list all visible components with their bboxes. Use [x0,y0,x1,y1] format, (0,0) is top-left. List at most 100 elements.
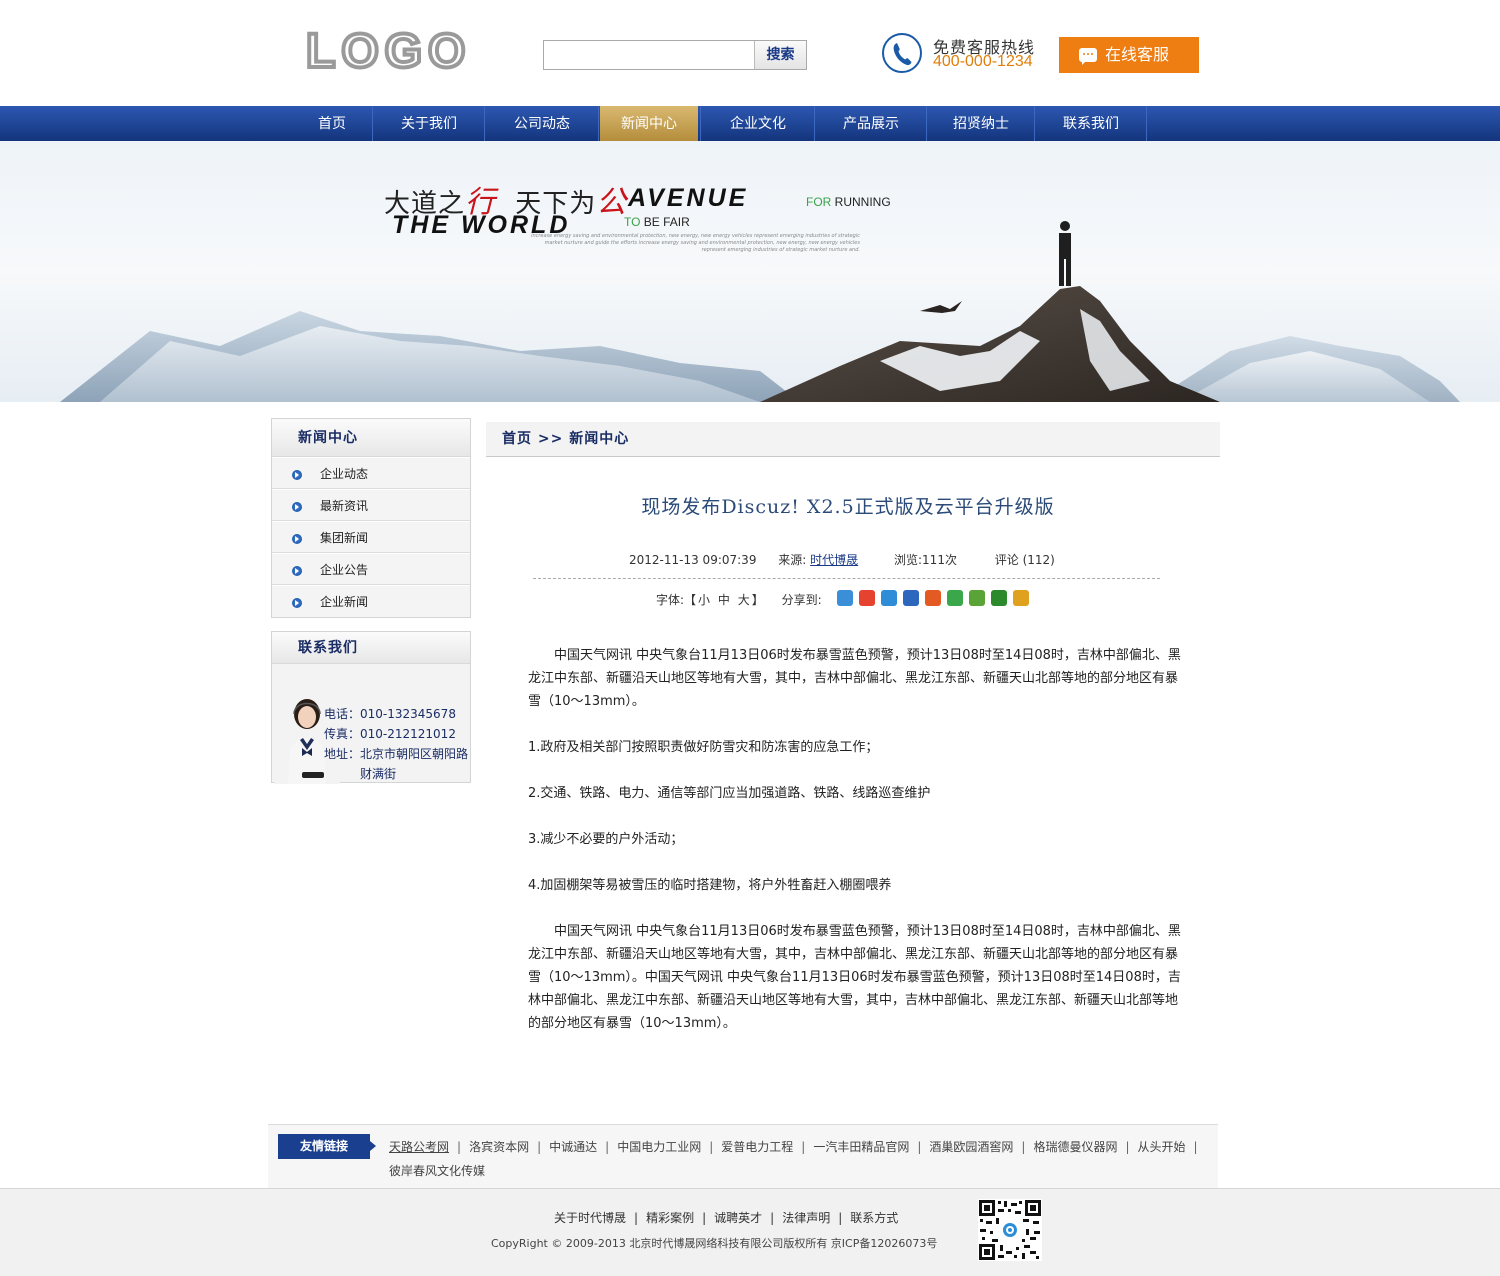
nav-divider [484,106,485,141]
footer-link-about[interactable]: 关于时代博晟 [554,1211,626,1225]
breadcrumb: 首页 >> 新闻中心 [486,422,1220,457]
nav-item-culture[interactable]: 企业文化 [702,106,814,141]
article-paragraph: 中国天气网讯 中央气象台11月13日06时发布暴雪蓝色预警，预计13日08时至1… [528,648,1181,709]
footer-link-contact[interactable]: 联系方式 [850,1211,898,1225]
nav-divider [1146,106,1147,141]
sidebar-item-company-news[interactable]: 企业新闻 [272,585,470,617]
friend-link[interactable]: 彼岸春风文化传媒 [389,1164,485,1178]
friend-link[interactable]: 一汽丰田精品官网 [813,1140,909,1154]
kaixin-icon[interactable] [925,590,941,606]
qr-code-icon [978,1199,1042,1261]
breadcrumb-separator: >> [532,431,570,447]
nav-item-about[interactable]: 关于我们 [374,106,484,141]
footer-link-careers[interactable]: 诚聘英才 [714,1211,762,1225]
contact-fax: 传真：010-212121012 [324,727,456,741]
article-meta: 2012-11-13 09:07:39 来源: 时代博晟 浏览:111次 评论 … [629,551,1055,568]
banner-to-be-fair: TO BE FAIR [624,215,690,229]
tianya-icon[interactable] [1013,590,1029,606]
clover-icon[interactable] [947,590,963,606]
nav-divider [598,106,599,141]
footer-nav: 关于时代博晟 | 精彩案例 | 诚聘英才 | 法律声明 | 联系方式 [554,1211,899,1225]
nav-item-products[interactable]: 产品展示 [816,106,926,141]
douban-icon[interactable] [991,590,1007,606]
font-size-label: 字体:【 [656,593,697,607]
sidebar-news-title: 新闻中心 [272,419,470,457]
banner-for-running: FOR RUNNING [806,195,891,209]
friend-link[interactable]: 天路公考网 [389,1140,449,1154]
share-label: 分享到: [781,593,822,607]
font-large-button[interactable]: 大 [738,593,750,607]
font-medium-button[interactable]: 中 [718,593,730,607]
copyright: CopyRight © 2009-2013 北京时代博晟网络科技有限公司版权所有… [491,1237,938,1250]
nav-item-home[interactable]: 首页 [292,106,372,141]
nav-item-contact[interactable]: 联系我们 [1036,106,1146,141]
qzone-icon[interactable] [837,590,853,606]
article-views: 浏览:111次 [894,553,957,567]
banner-small-text: increase energy saving and environmental… [531,233,860,253]
article-toolbar: 字体:【小 中 大】 分享到: [656,593,822,607]
chat-bubble-icon [1079,48,1097,65]
article-comments[interactable]: 评论 (112) [995,553,1055,567]
friend-link[interactable]: 中国电力工业网 [617,1140,701,1154]
sidebar-contact: 联系我们 电话：010-132345678 传真：010-212121012 地… [271,631,471,784]
main-nav: 首页 关于我们 公司动态 新闻中心 企业文化 产品展示 招贤纳士 联系我们 [0,106,1500,141]
contact-address: 地址：北京市朝阳区朝阳路 [324,747,469,761]
sidebar-item-group-news[interactable]: 集团新闻 [272,521,470,553]
sidebar-item-enterprise-news[interactable]: 企业动态 [272,457,470,489]
friend-link[interactable]: 爱普电力工程 [721,1140,793,1154]
sidebar-contact-title: 联系我们 [272,632,470,664]
sidebar-news: 新闻中心 企业动态 最新资讯 集团新闻 企业公告 企业新闻 [271,418,471,618]
footer-link-legal[interactable]: 法律声明 [782,1211,830,1225]
breadcrumb-current[interactable]: 新闻中心 [569,431,629,447]
article-title: 现场发布Discuz! X2.5正式版及云平台升级版 [641,496,1055,518]
hotline-number: 400-000-1234 [933,53,1033,70]
breadcrumb-home[interactable]: 首页 [502,431,532,447]
nav-item-careers[interactable]: 招贤纳士 [928,106,1034,141]
search-button[interactable]: 搜索 [754,41,806,69]
tencent-weibo-icon[interactable] [881,590,897,606]
nav-item-news-center[interactable]: 新闻中心 [600,106,698,141]
article-date: 2012-11-13 09:07:39 [629,553,757,567]
nav-divider [926,106,927,141]
friend-link[interactable]: 酒巢欧园酒窖网 [929,1140,1013,1154]
renren-icon[interactable] [903,590,919,606]
online-service-button[interactable]: 在线客服 [1059,37,1199,73]
friend-link[interactable]: 格瑞德曼仪器网 [1033,1140,1117,1154]
nav-divider [814,106,815,141]
nav-item-company-news[interactable]: 公司动态 [486,106,598,141]
nav-divider [700,106,701,141]
friend-links: 友情链接 天路公考网 | 洛宾资本网 | 中诚通达 | 中国电力工业网 | 爱普电力工程 | 一汽丰… [268,1124,1218,1188]
sidebar-item-announcements[interactable]: 企业公告 [272,553,470,585]
font-small-button[interactable]: 小 [698,593,710,607]
footer: 关于时代博晟 | 精彩案例 | 诚聘英才 | 法律声明 | 联系方式 CopyRight © 2… [0,1188,1500,1276]
phone-icon [882,33,922,73]
friend-link[interactable]: 从头开始 [1138,1140,1186,1154]
article-source-link[interactable]: 时代博晟 [810,553,858,567]
article-paragraph: 中国天气网讯 中央气象台11月13日06时发布暴雪蓝色预警，预计13日08时至1… [528,924,1181,1031]
meta-divider [533,578,1160,579]
arrow-bullet-icon [292,470,302,480]
search-box: 搜索 [543,40,807,70]
arrow-bullet-icon [292,502,302,512]
online-service-label: 在线客服 [1105,45,1170,64]
article-source-label: 来源: [778,553,807,567]
header: LOGO 搜索 免费客服热线 400-000-1234 在线客服 [0,0,1500,106]
article-paragraph: 4.加固棚架等易被雪压的临时搭建物，将户外牲畜赶入棚圈喂养 [528,878,892,893]
pengyou-icon[interactable] [969,590,985,606]
contact-phone: 电话：010-132345678 [324,707,456,721]
contact-body: 电话：010-132345678 传真：010-212121012 地址：北京市… [272,664,470,784]
nav-divider [1034,106,1035,141]
arrow-bullet-icon [292,598,302,608]
friend-link[interactable]: 中诚通达 [549,1140,597,1154]
logo[interactable]: LOGO [304,24,471,80]
search-input[interactable] [546,43,754,67]
banner: 大道之行 天下为公 AVENUE FOR RUNNING THE WORLD T… [0,141,1500,402]
footer-link-cases[interactable]: 精彩案例 [646,1211,694,1225]
sidebar-item-latest-info[interactable]: 最新资讯 [272,489,470,521]
friend-links-label: 友情链接 [278,1134,376,1159]
banner-avenue: AVENUE [628,184,749,212]
mountain-landscape [60,221,1460,402]
arrow-bullet-icon [292,534,302,544]
weibo-icon[interactable] [859,590,875,606]
friend-link[interactable]: 洛宾资本网 [469,1140,529,1154]
